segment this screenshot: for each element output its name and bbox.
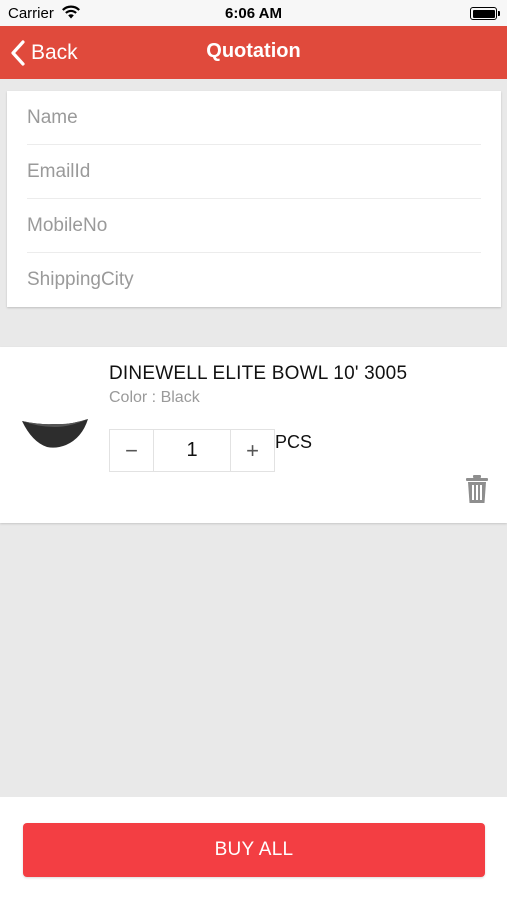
- name-field-row: [27, 91, 481, 145]
- status-bar: Carrier 6:06 AM: [0, 0, 507, 26]
- page-title: Quotation: [206, 40, 301, 62]
- clock: 6:06 AM: [225, 5, 282, 22]
- increment-button[interactable]: +: [231, 430, 274, 471]
- customer-form: [7, 91, 501, 307]
- quantity-stepper: − 1 +: [109, 429, 275, 472]
- bottom-bar: BUY ALL: [0, 797, 507, 900]
- email-field-row: [27, 145, 481, 199]
- name-input[interactable]: [27, 106, 481, 129]
- quantity-value[interactable]: 1: [153, 430, 231, 471]
- email-input[interactable]: [27, 160, 481, 183]
- battery-icon: [470, 7, 500, 20]
- mobile-field-row: [27, 199, 481, 253]
- buy-all-button[interactable]: BUY ALL: [23, 823, 485, 877]
- product-name: DINEWELL ELITE BOWL 10' 3005: [109, 363, 408, 384]
- trash-icon[interactable]: [465, 474, 489, 504]
- bowl-image: [22, 419, 88, 448]
- cart-item: DINEWELL ELITE BOWL 10' 3005 Color : Bla…: [0, 347, 507, 523]
- nav-bar: Back Quotation: [0, 26, 507, 79]
- unit-label: PCS: [275, 432, 313, 452]
- shipping-city-input[interactable]: [27, 269, 481, 291]
- mobile-input[interactable]: [27, 214, 481, 237]
- decrement-button[interactable]: −: [110, 430, 153, 471]
- shipping-city-field-row: [27, 253, 481, 307]
- product-color: Color : Black: [109, 389, 200, 406]
